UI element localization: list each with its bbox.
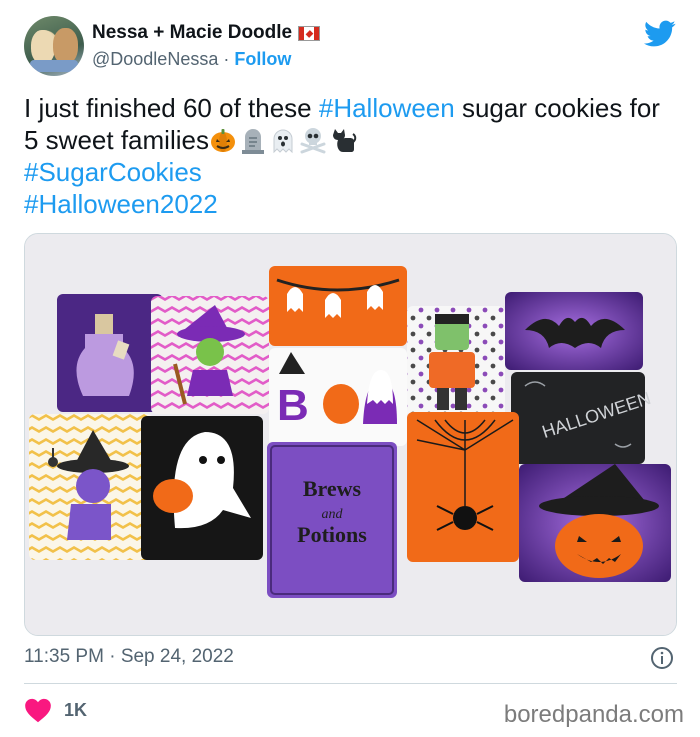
- tweet-text: I just finished 60 of these #Halloween s…: [24, 92, 674, 220]
- display-name[interactable]: Nessa + Macie Doodle: [92, 22, 292, 44]
- cookie-spider: [407, 412, 519, 562]
- pumpkin-icon: [210, 129, 235, 152]
- ghost-icon: [273, 129, 293, 154]
- hashtag-halloween[interactable]: #Halloween: [319, 93, 455, 123]
- tweet-timestamp[interactable]: 11:35 PM · Sep 24, 2022: [24, 646, 234, 668]
- avatar[interactable]: [24, 16, 84, 76]
- book-text-and: and: [322, 507, 344, 522]
- divider: [24, 683, 677, 684]
- avatar-dog-right: [53, 28, 78, 64]
- hashtag-sugarcookies[interactable]: #SugarCookies: [24, 157, 202, 187]
- book-text-brews: Brews: [303, 476, 362, 501]
- tweet-time: 11:35 PM: [24, 646, 104, 667]
- like-action[interactable]: 1K: [24, 697, 87, 723]
- tweet-card: Nessa + Macie Doodle @DoodleNessa · Foll…: [0, 0, 700, 737]
- tweet-header: Nessa + Macie Doodle @DoodleNessa · Foll…: [24, 16, 684, 80]
- handle-row: @DoodleNessa · Follow: [92, 49, 320, 70]
- canada-flag-icon: [298, 25, 321, 41]
- heart-icon[interactable]: [24, 697, 52, 723]
- tweet-date: Sep 24, 2022: [120, 646, 234, 667]
- twitter-bird-icon[interactable]: [644, 20, 676, 48]
- headstone-icon: [241, 129, 264, 154]
- svg-text:B: B: [277, 381, 309, 430]
- timestamp-separator: ·: [109, 646, 116, 667]
- like-count: 1K: [64, 699, 88, 720]
- avatar-dog-left: [31, 30, 55, 64]
- cookies-photo-illustration: B HALLOWEEN Brews and Potions: [25, 234, 676, 635]
- follow-button[interactable]: Follow: [234, 49, 291, 69]
- name-row: Nessa + Macie Doodle: [92, 22, 321, 44]
- info-icon[interactable]: [650, 646, 674, 670]
- tweet-photo[interactable]: B HALLOWEEN Brews and Potions: [24, 233, 677, 636]
- skull-crossbones-icon: [300, 128, 326, 154]
- hashtag-halloween2022[interactable]: #Halloween2022: [24, 189, 218, 219]
- book-text-potions: Potions: [297, 522, 367, 547]
- avatar-bandana: [30, 60, 78, 72]
- watermark: boredpanda.com: [503, 701, 684, 728]
- user-handle[interactable]: @DoodleNessa: [92, 49, 218, 69]
- tweet-text-part1: I just finished 60 of these: [24, 93, 319, 123]
- user-info: Nessa + Macie Doodle @DoodleNessa · Foll…: [92, 22, 321, 70]
- black-cat-icon: [332, 129, 357, 152]
- handle-separator: ·: [223, 49, 230, 69]
